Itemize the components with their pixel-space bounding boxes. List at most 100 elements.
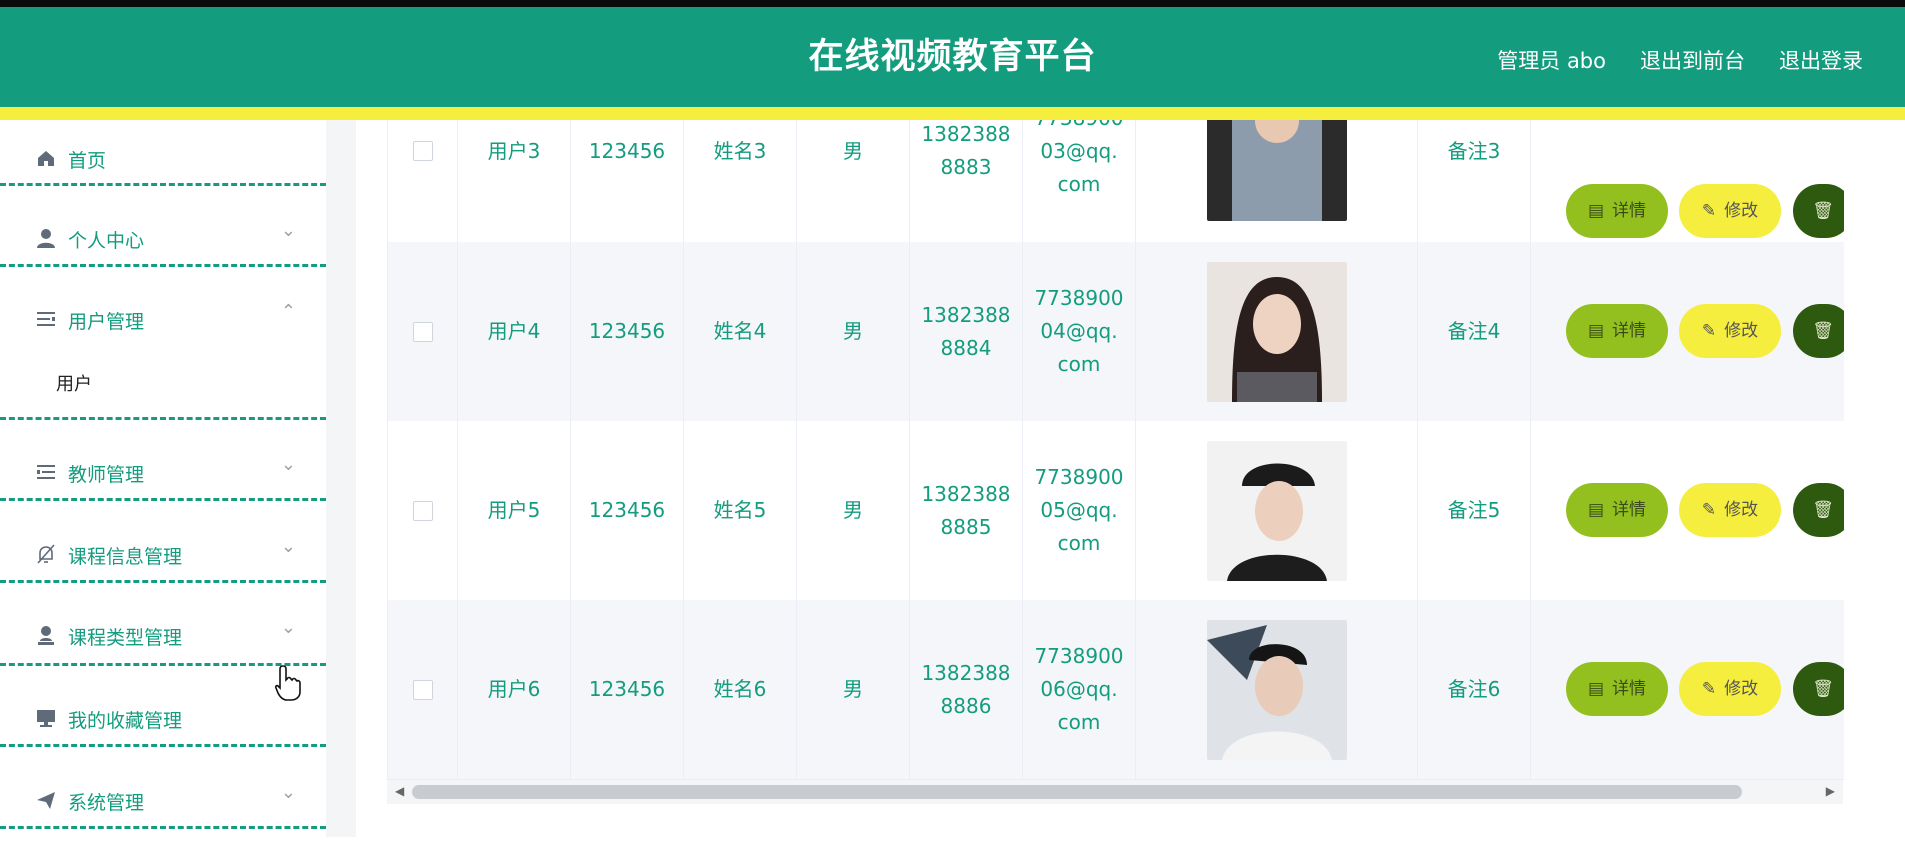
gender-cell: 男 (797, 242, 910, 421)
detail-button[interactable]: ▤ 详情 (1566, 483, 1668, 537)
sidebar-item-label: 系统管理 (68, 792, 145, 814)
trash-icon: 🗑 (1812, 678, 1834, 699)
name-cell: 姓名3 (684, 120, 797, 242)
logout-link[interactable]: 退出登录 (1779, 45, 1863, 75)
phone-line: 8885 (940, 514, 992, 539)
email-line: 03@qq. (1040, 138, 1118, 163)
sidebar-item-user-management[interactable]: 用户管理 ⌃ (0, 281, 326, 361)
avatar (1206, 619, 1347, 760)
table-row: 用户3 123456 姓名3 男 1382388 8883 7738900 03… (388, 120, 1844, 243)
row-checkbox[interactable] (412, 321, 433, 342)
row-checkbox-cell (388, 421, 458, 600)
email-line: 7738900 (1034, 465, 1124, 489)
trash-icon: 🗑 (1812, 320, 1834, 341)
menu-divider (0, 498, 326, 501)
phone-line: 1382388 (921, 660, 1011, 685)
detail-button[interactable]: ▤ 详情 (1566, 662, 1668, 716)
header-accent-stripe (0, 107, 1905, 120)
row-checkbox[interactable] (412, 500, 433, 521)
edit-label: 修改 (1724, 320, 1759, 341)
send-icon (35, 789, 57, 811)
phone-line: 8884 (940, 335, 992, 360)
email-line: 7738900 (1034, 644, 1124, 668)
phone-line: 1382388 (921, 302, 1011, 327)
username-cell: 用户5 (458, 421, 571, 600)
sidebar-gap (326, 120, 356, 837)
document-icon: ▤ (1587, 499, 1605, 520)
note-cell: 备注5 (1418, 421, 1531, 600)
back-to-front-link[interactable]: 退出到前台 (1640, 45, 1745, 75)
email-line: 7738900 (1034, 120, 1123, 135)
edit-label: 修改 (1724, 200, 1759, 221)
menu-divider (0, 826, 326, 829)
detail-button[interactable]: ▤ 详情 (1566, 184, 1668, 238)
trash-icon: 🗑 (1812, 200, 1834, 221)
scroll-right-icon[interactable]: ▶ (1826, 784, 1835, 798)
phone-cell: 1382388 8883 (910, 120, 1023, 242)
list-icon (35, 308, 57, 330)
scroll-left-icon[interactable]: ◀ (395, 784, 404, 798)
menu-divider (0, 580, 326, 583)
row-checkbox[interactable] (412, 679, 433, 700)
detail-label: 详情 (1612, 678, 1647, 699)
email-cell: 7738900 03@qq. com (1023, 120, 1136, 242)
email-cell: 7738900 05@qq. com (1023, 421, 1136, 600)
menu-divider (0, 183, 326, 186)
sidebar-item-course-info-management[interactable]: 课程信息管理 ⌄ (0, 516, 326, 596)
note-cell: 备注4 (1418, 242, 1531, 421)
list-icon (35, 461, 57, 483)
actions-cell: ▤ 详情 ✎ 修改 🗑 (1531, 600, 1844, 779)
delete-button[interactable]: 🗑 (1793, 662, 1844, 716)
sidebar-item-label: 我的收藏管理 (68, 710, 183, 732)
edit-button[interactable]: ✎ 修改 (1679, 483, 1781, 537)
phone-cell: 1382388 8885 (910, 421, 1023, 600)
password-cell: 123456 (571, 242, 684, 421)
home-icon (35, 147, 57, 169)
edit-button[interactable]: ✎ 修改 (1679, 184, 1781, 238)
sidebar-item-system-management[interactable]: 系统管理 ⌄ (0, 762, 326, 842)
gender-cell: 男 (797, 600, 910, 779)
password-cell: 123456 (571, 421, 684, 600)
actions-cell: ▤ 详情 ✎ 修改 🗑 (1531, 421, 1844, 600)
gender-cell: 男 (797, 120, 910, 242)
edit-label: 修改 (1724, 499, 1759, 520)
delete-button[interactable]: 🗑 (1793, 483, 1844, 537)
sidebar-subitem-user[interactable]: 用户 (56, 370, 92, 396)
scrollbar-thumb[interactable] (412, 785, 1742, 799)
sidebar-item-personal-center[interactable]: 个人中心 ⌄ (0, 200, 326, 280)
phone-cell: 1382388 8884 (910, 242, 1023, 421)
table-row: 用户6 123456 姓名6 男 1382388 8886 7738900 06… (388, 600, 1844, 780)
name-cell: 姓名5 (684, 421, 797, 600)
horizontal-scrollbar[interactable]: ◀ ▶ (387, 780, 1843, 804)
avatar (1206, 440, 1347, 581)
phone-line: 8886 (940, 693, 992, 718)
table-row: 用户4 123456 姓名4 男 1382388 8884 7738900 04… (388, 242, 1844, 422)
row-checkbox-cell (388, 242, 458, 421)
gender-cell: 男 (797, 421, 910, 600)
delete-button[interactable]: 🗑 (1793, 304, 1844, 358)
person-icon (35, 227, 57, 249)
sidebar-item-label: 课程类型管理 (68, 627, 183, 649)
document-icon: ▤ (1587, 200, 1605, 221)
edit-button[interactable]: ✎ 修改 (1679, 662, 1781, 716)
email-line: 7738900 (1034, 286, 1124, 310)
sidebar-item-teacher-management[interactable]: 教师管理 ⌄ (0, 434, 326, 514)
detail-button[interactable]: ▤ 详情 (1566, 304, 1668, 358)
menu-divider (0, 264, 326, 267)
email-cell: 7738900 04@qq. com (1023, 242, 1136, 421)
pencil-icon: ✎ (1701, 499, 1717, 520)
row-checkbox-cell (388, 120, 458, 242)
row-checkbox[interactable] (412, 141, 433, 161)
avatar (1206, 261, 1347, 402)
email-line: 04@qq. (1040, 319, 1118, 343)
name-cell: 姓名4 (684, 242, 797, 421)
edit-button[interactable]: ✎ 修改 (1679, 304, 1781, 358)
avatar-cell (1136, 242, 1418, 421)
delete-button[interactable]: 🗑 (1793, 184, 1844, 238)
password-cell: 123456 (571, 120, 684, 242)
detail-label: 详情 (1612, 200, 1647, 221)
pencil-icon: ✎ (1701, 320, 1717, 341)
top-bar (0, 0, 1905, 7)
chevron-down-icon: ⌄ (280, 536, 296, 557)
sidebar-item-home[interactable]: 首页 (0, 120, 326, 200)
